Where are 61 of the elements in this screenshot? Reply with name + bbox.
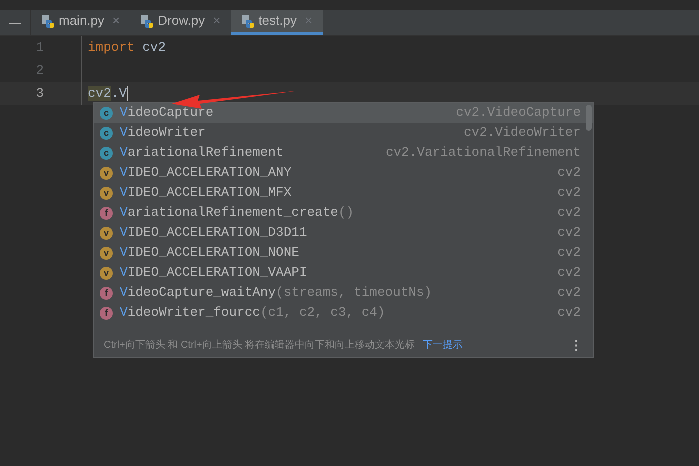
completion-name: VIDEO_ACCELERATION_ANY — [120, 164, 292, 182]
python-file-icon — [240, 14, 255, 28]
completion-name: VIDEO_ACCELERATION_MFX — [120, 184, 292, 202]
completion-type: cv2 — [558, 264, 581, 282]
scrollbar-thumb[interactable] — [586, 105, 592, 131]
code-line: import cv2 — [88, 38, 166, 57]
completion-name: VideoWriter_fourcc(c1, c2, c3, c4) — [120, 304, 386, 322]
completion-name: VariationalRefinement_create() — [120, 204, 354, 222]
kind-icon: v — [100, 246, 113, 260]
completion-name: VIDEO_ACCELERATION_VAAPI — [120, 264, 308, 282]
editor-tab[interactable]: test.py × — [230, 10, 323, 35]
next-tip-link[interactable]: 下一提示 — [423, 338, 464, 354]
completion-item[interactable]: v VIDEO_ACCELERATION_VAAPI cv2 — [94, 263, 593, 283]
completion-item[interactable]: v VIDEO_ACCELERATION_NONE cv2 — [94, 243, 593, 263]
kind-icon: v — [100, 266, 113, 280]
completion-type: cv2.VariationalRefinement — [386, 144, 581, 162]
completion-type: cv2 — [558, 244, 581, 262]
kind-icon: c — [100, 126, 113, 140]
kind-icon: c — [100, 146, 113, 160]
tab-label: Drow.py — [158, 12, 206, 30]
kind-icon: c — [100, 106, 113, 120]
tab-label: main.py — [59, 12, 105, 30]
completion-type: cv2 — [558, 164, 581, 182]
kind-icon: f — [100, 206, 113, 220]
completion-name: VideoCapture_waitAny(streams, timeoutNs) — [120, 284, 432, 302]
kind-icon: f — [100, 286, 113, 300]
completion-item[interactable]: v VIDEO_ACCELERATION_ANY cv2 — [94, 163, 593, 183]
python-file-icon — [140, 14, 154, 28]
line-number: 2 — [35, 62, 44, 80]
completion-type: cv2 — [558, 204, 581, 222]
kind-icon: v — [100, 166, 113, 180]
completion-type: cv2 — [558, 304, 581, 322]
completion-type: cv2 — [558, 224, 581, 242]
kind-icon: f — [100, 306, 113, 320]
completion-name: VariationalRefinement — [120, 144, 284, 162]
completion-type: cv2 — [558, 184, 581, 202]
editor-tab[interactable]: main.py × — [31, 10, 130, 35]
kind-icon: v — [100, 226, 113, 240]
hint-text: Ctrl+向下箭头 和 Ctrl+向上箭头 将在编辑器中向下和向上移动文本光标 — [104, 338, 416, 354]
more-button[interactable]: ⋮ — [570, 336, 583, 356]
completion-name: VIDEO_ACCELERATION_NONE — [120, 244, 300, 262]
python-file-icon — [41, 14, 55, 28]
completion-type: cv2.VideoWriter — [464, 124, 581, 142]
completion-type: cv2 — [558, 284, 581, 302]
editor-tab[interactable]: Drow.py × — [130, 10, 231, 35]
tab-label: test.py — [258, 12, 297, 30]
completion-item[interactable]: c VideoWriter cv2.VideoWriter — [94, 123, 593, 143]
line-number: 3 — [35, 84, 44, 103]
code-line: cv2.V — [88, 84, 128, 103]
completion-item[interactable]: v VIDEO_ACCELERATION_D3D11 cv2 — [94, 223, 593, 243]
completion-name: VIDEO_ACCELERATION_D3D11 — [120, 224, 308, 242]
completion-name: VideoCapture — [120, 104, 214, 122]
line-number: 1 — [35, 38, 44, 57]
completion-item[interactable]: f VideoWriter_fourcc(c1, c2, c3, c4) cv2 — [94, 303, 593, 323]
completion-item[interactable]: f VideoCapture_waitAny(streams, timeoutNs) cv2 — [94, 283, 593, 303]
completion-item[interactable]: v VIDEO_ACCELERATION_MFX cv2 — [94, 183, 593, 203]
collapse-button[interactable]: — — [9, 16, 21, 28]
kind-icon: v — [100, 186, 113, 200]
completion-item[interactable]: c VariationalRefinement cv2.VariationalRefinement — [94, 143, 593, 163]
completion-name: VideoWriter — [120, 124, 206, 142]
completion-item[interactable]: f VariationalRefinement_create() cv2 — [94, 203, 593, 223]
